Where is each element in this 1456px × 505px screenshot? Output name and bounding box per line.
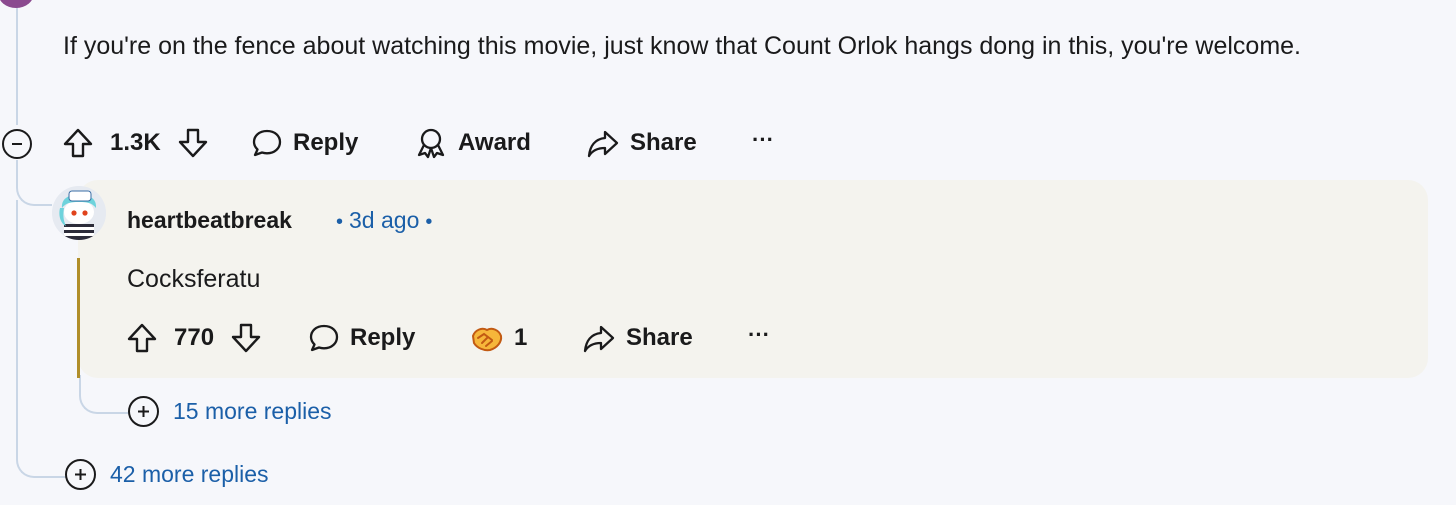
reply-vote-count: 770 (174, 324, 215, 351)
thread-line-more-connector (16, 440, 68, 478)
comment-bubble-icon (252, 129, 282, 157)
thread-more-replies-link[interactable]: 42 more replies (65, 459, 269, 490)
parent-more-options-button[interactable]: ··· (752, 127, 774, 153)
collapse-thread-button[interactable] (2, 129, 32, 159)
thread-line-main (16, 200, 18, 450)
nested-line-more-connector (79, 375, 131, 414)
thread-line-top (16, 0, 18, 125)
reply-vote-group: 770 (126, 322, 262, 354)
more-options-icon: ··· (748, 322, 770, 347)
snoo-avatar-icon (52, 186, 106, 240)
reply-more-options-button[interactable]: ··· (748, 322, 770, 348)
reply-comment-body: Cocksferatu (127, 265, 261, 293)
nested-more-replies-label: 15 more replies (173, 398, 332, 424)
reply-timestamp[interactable]: 3d ago (349, 207, 419, 233)
downvote-icon[interactable] (230, 322, 262, 354)
parent-reply-button[interactable]: Reply (251, 127, 358, 159)
award-button[interactable]: Award (414, 127, 531, 159)
award-label: Award (458, 129, 531, 156)
minus-icon (12, 143, 22, 145)
reply-share-button[interactable]: Share (582, 322, 693, 354)
parent-avatar[interactable] (0, 0, 34, 8)
meta-separator: • (425, 211, 433, 233)
upvote-icon[interactable] (62, 127, 94, 159)
downvote-icon[interactable] (177, 127, 209, 159)
share-label: Share (630, 129, 697, 156)
expand-plus-icon (65, 459, 96, 490)
parent-comment-body: If you're on the fence about watching th… (63, 32, 1302, 60)
reply-author-avatar[interactable] (52, 186, 106, 240)
award-count: 1 (514, 324, 528, 351)
share-icon (587, 130, 619, 158)
more-options-icon: ··· (752, 127, 774, 152)
reply-award-button[interactable]: 1 (470, 322, 527, 354)
award-icon (417, 128, 445, 159)
reply-label: Reply (293, 129, 359, 156)
meta-separator: • (336, 211, 344, 233)
share-label: Share (626, 324, 693, 351)
reply-reply-button[interactable]: Reply (308, 322, 415, 354)
reply-author-username[interactable]: heartbeatbreak (127, 207, 292, 234)
expand-plus-icon (128, 396, 159, 427)
handshake-award-icon (471, 327, 503, 352)
reply-label: Reply (350, 324, 416, 351)
upvote-icon[interactable] (126, 322, 158, 354)
share-icon (583, 325, 615, 353)
thread-more-replies-label: 42 more replies (110, 461, 269, 487)
reply-thread-line[interactable] (77, 258, 80, 378)
parent-vote-group: 1.3K (62, 127, 209, 159)
thread-line-reply-connector (16, 160, 52, 206)
reply-meta: • 3d ago • (330, 207, 438, 234)
nested-more-replies-link[interactable]: 15 more replies (128, 396, 332, 427)
parent-share-button[interactable]: Share (586, 127, 697, 159)
parent-vote-count: 1.3K (110, 129, 161, 156)
comment-bubble-icon (309, 324, 339, 352)
